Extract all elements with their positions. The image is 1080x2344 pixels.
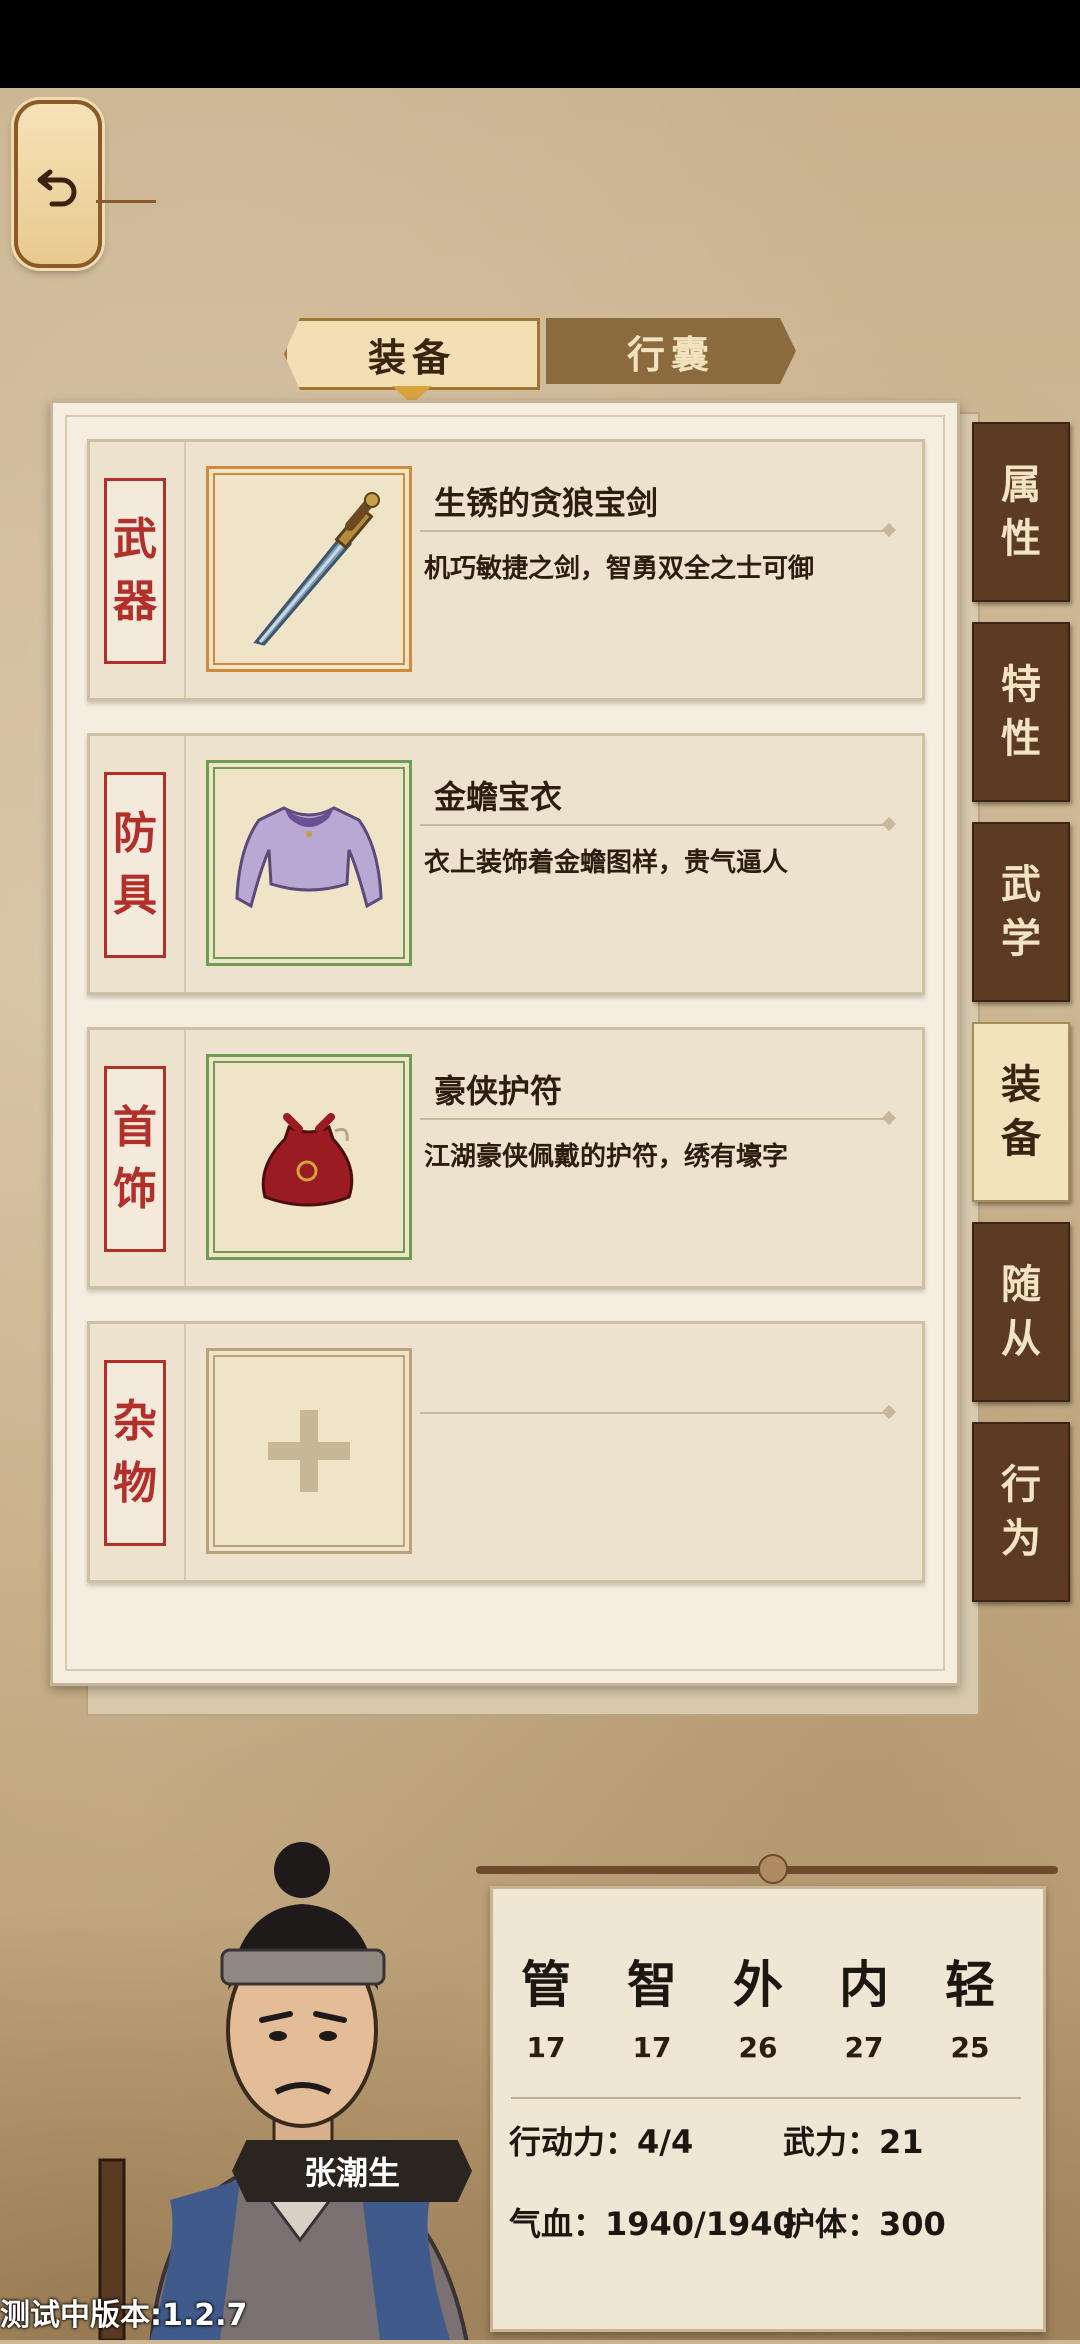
slot-label-char: 器	[113, 576, 157, 627]
stat-external: 外 26	[713, 1945, 803, 2064]
stat-label: 智	[627, 1955, 677, 2014]
item-description: 机巧敏捷之剑，智勇双全之士可御	[424, 554, 815, 584]
version-label: 测试中版本:1.2.7	[0, 2298, 248, 2333]
stat-label: 轻	[945, 1955, 995, 2014]
side-tab-followers[interactable]: 随 从	[972, 1222, 1070, 1402]
equipment-panel: 武 器 生锈的贪狼宝剑 机巧敏捷之剑，智勇双全之士可御 防 具 金蟾宝衣 衣上装…	[50, 400, 960, 1686]
item-frame-weapon[interactable]	[206, 466, 412, 672]
item-frame-armor[interactable]	[206, 760, 412, 966]
stat-agility: 轻 25	[925, 1945, 1015, 2064]
side-tab-attributes[interactable]: 属 性	[972, 422, 1070, 602]
slot-label-char: 饰	[113, 1164, 157, 1215]
equipment-slot-armor[interactable]: 防 具 金蟾宝衣 衣上装饰着金蟾图样，贵气逼人	[87, 733, 925, 995]
empty-item-frame[interactable]	[206, 1348, 412, 1554]
side-tab-char: 为	[1001, 1516, 1041, 1562]
back-button[interactable]	[14, 100, 102, 268]
divider	[511, 2097, 1021, 2099]
stat-management: 管 17	[501, 1945, 591, 2064]
sword-icon	[253, 492, 380, 646]
stats-panel: 管 17 智 17 外 26 内 27 轻 25 行动力：4/4 武力：21 气…	[490, 1886, 1046, 2332]
back-button-ornament	[96, 200, 156, 203]
side-tab-char: 属	[1001, 462, 1041, 508]
tab-bag[interactable]: 行囊	[546, 318, 796, 384]
slot-label-char: 武	[113, 514, 157, 565]
equipment-slot-misc[interactable]: 杂 物	[87, 1321, 925, 1583]
side-tab-char: 武	[1001, 862, 1041, 908]
item-name: 生锈的贪狼宝剑	[434, 484, 659, 522]
side-tab-behavior[interactable]: 行 为	[972, 1422, 1070, 1602]
tab-equipment[interactable]: 装备	[284, 318, 540, 390]
side-tab-char: 备	[1001, 1116, 1041, 1162]
stat-internal: 内 27	[819, 1945, 909, 2064]
stat-label: 内	[839, 1955, 889, 2014]
item-description: 衣上装饰着金蟾图样，贵气逼人	[424, 848, 789, 878]
character-avatar	[98, 1842, 470, 2344]
stat-label: 外	[733, 1955, 783, 2014]
stat-label: 管	[521, 1955, 571, 2014]
slot-label-char: 防	[113, 808, 157, 859]
slot-label-char: 具	[113, 870, 157, 921]
equipment-slot-weapon[interactable]: 武 器 生锈的贪狼宝剑 机巧敏捷之剑，智勇双全之士可御	[87, 439, 925, 701]
plus-icon	[268, 1410, 350, 1492]
martial-power: 武力：21	[783, 2123, 924, 2161]
scroll-knob	[758, 1854, 788, 1884]
slot-label-char: 物	[113, 1458, 157, 1509]
stat-value: 26	[738, 2031, 778, 2064]
side-tab-char: 行	[1001, 1462, 1041, 1508]
stat-value: 25	[950, 2031, 990, 2064]
item-description: 江湖豪侠佩戴的护符，绣有壕字	[424, 1142, 789, 1172]
side-tab-char: 从	[1001, 1316, 1041, 1362]
side-tab-char: 装	[1001, 1062, 1041, 1108]
side-tab-equipment[interactable]: 装 备	[972, 1022, 1070, 1202]
divider	[420, 1412, 890, 1414]
action-power: 行动力：4/4	[509, 2123, 694, 2161]
slot-label-char: 首	[113, 1102, 157, 1153]
divider	[420, 530, 890, 532]
side-tab-char: 学	[1001, 916, 1041, 962]
character-portrait	[0, 1800, 520, 2344]
stat-value: 27	[844, 2031, 884, 2064]
slot-label-accessory: 首 饰	[104, 1066, 166, 1252]
side-tab-char: 性	[1001, 716, 1041, 762]
status-bar	[0, 0, 1080, 88]
equipment-slot-accessory[interactable]: 首 饰 豪侠护符 江湖豪侠佩戴的护符，绣有壕字	[87, 1027, 925, 1289]
robe-icon	[235, 806, 383, 909]
stat-value: 17	[632, 2031, 672, 2064]
side-tab-martial-arts[interactable]: 武 学	[972, 822, 1070, 1002]
character-name: 张潮生	[232, 2140, 472, 2202]
side-tab-char: 随	[1001, 1262, 1041, 1308]
back-arrow-icon	[37, 169, 77, 207]
stat-wisdom: 智 17	[607, 1945, 697, 2064]
side-tab-char: 性	[1001, 516, 1041, 562]
pouch-icon	[261, 1113, 354, 1207]
side-tab-char: 特	[1001, 662, 1041, 708]
item-name: 豪侠护符	[434, 1072, 563, 1110]
item-frame-accessory[interactable]	[206, 1054, 412, 1260]
slot-label-char: 杂	[113, 1396, 157, 1447]
item-name: 金蟾宝衣	[434, 778, 563, 816]
slot-label-armor: 防 具	[104, 772, 166, 958]
divider	[420, 824, 890, 826]
side-tab-traits[interactable]: 特 性	[972, 622, 1070, 802]
top-tabs: 装备 行囊	[284, 318, 796, 404]
guard: 护体：300	[783, 2205, 946, 2243]
stat-value: 17	[526, 2031, 566, 2064]
hp: 气血：1940/1940	[509, 2205, 795, 2243]
slot-label-misc: 杂 物	[104, 1360, 166, 1546]
divider	[420, 1118, 890, 1120]
slot-label-weapon: 武 器	[104, 478, 166, 664]
